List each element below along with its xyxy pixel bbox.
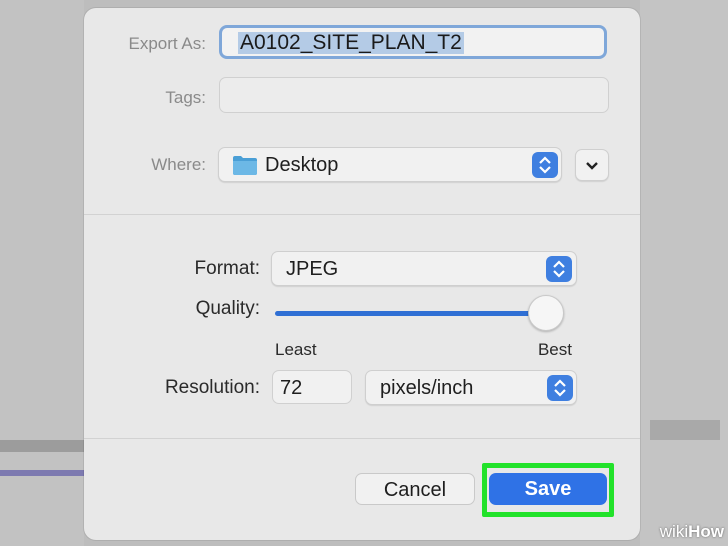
quality-slider-track[interactable]: [275, 311, 545, 316]
tags-field[interactable]: [219, 77, 609, 113]
wikihow-watermark: wikiHow: [660, 522, 724, 542]
background-stripe: [0, 470, 84, 476]
format-label: Format:: [194, 258, 260, 279]
separator: [84, 438, 640, 439]
expand-button[interactable]: [575, 149, 609, 181]
format-popup[interactable]: JPEG: [271, 251, 577, 286]
background-block: [650, 420, 720, 440]
cancel-button[interactable]: Cancel: [355, 473, 475, 505]
resolution-label: Resolution:: [164, 377, 260, 398]
where-label: Where:: [151, 155, 206, 174]
tags-label: Tags:: [165, 88, 206, 107]
separator: [84, 214, 640, 215]
up-down-chevron-icon: [553, 260, 565, 278]
file-name-field[interactable]: A0102_SITE_PLAN_T2: [219, 25, 607, 59]
where-popup[interactable]: Desktop: [218, 147, 562, 182]
folder-icon: [233, 156, 257, 175]
resolution-unit-stepper[interactable]: [547, 375, 573, 401]
chevron-down-icon: [586, 162, 598, 170]
save-button[interactable]: Save: [489, 473, 607, 505]
resolution-field[interactable]: 72: [272, 370, 352, 404]
where-stepper[interactable]: [532, 152, 558, 178]
export-as-label: Export As:: [128, 34, 206, 53]
format-stepper[interactable]: [546, 256, 572, 282]
watermark-prefix: wiki: [659, 522, 689, 541]
watermark-suffix: How: [688, 522, 724, 541]
file-name-text: A0102_SITE_PLAN_T2: [238, 31, 464, 54]
quality-max-label: Best: [537, 340, 572, 359]
up-down-chevron-icon: [539, 156, 551, 174]
background-panel: [0, 0, 84, 546]
export-dialog: Export As: A0102_SITE_PLAN_T2 Tags: Wher…: [84, 8, 640, 540]
background-panel: [640, 0, 728, 546]
format-value: JPEG: [286, 258, 339, 280]
resolution-unit-value: pixels/inch: [380, 377, 474, 399]
quality-slider-knob[interactable]: [528, 295, 564, 331]
up-down-chevron-icon: [554, 379, 566, 397]
quality-min-label: Least: [275, 340, 317, 359]
quality-label: Quality:: [195, 298, 260, 319]
background-stripe: [0, 440, 84, 452]
resolution-value: 72: [280, 377, 303, 399]
where-value: Desktop: [265, 154, 339, 176]
resolution-unit-popup[interactable]: pixels/inch: [365, 370, 577, 405]
